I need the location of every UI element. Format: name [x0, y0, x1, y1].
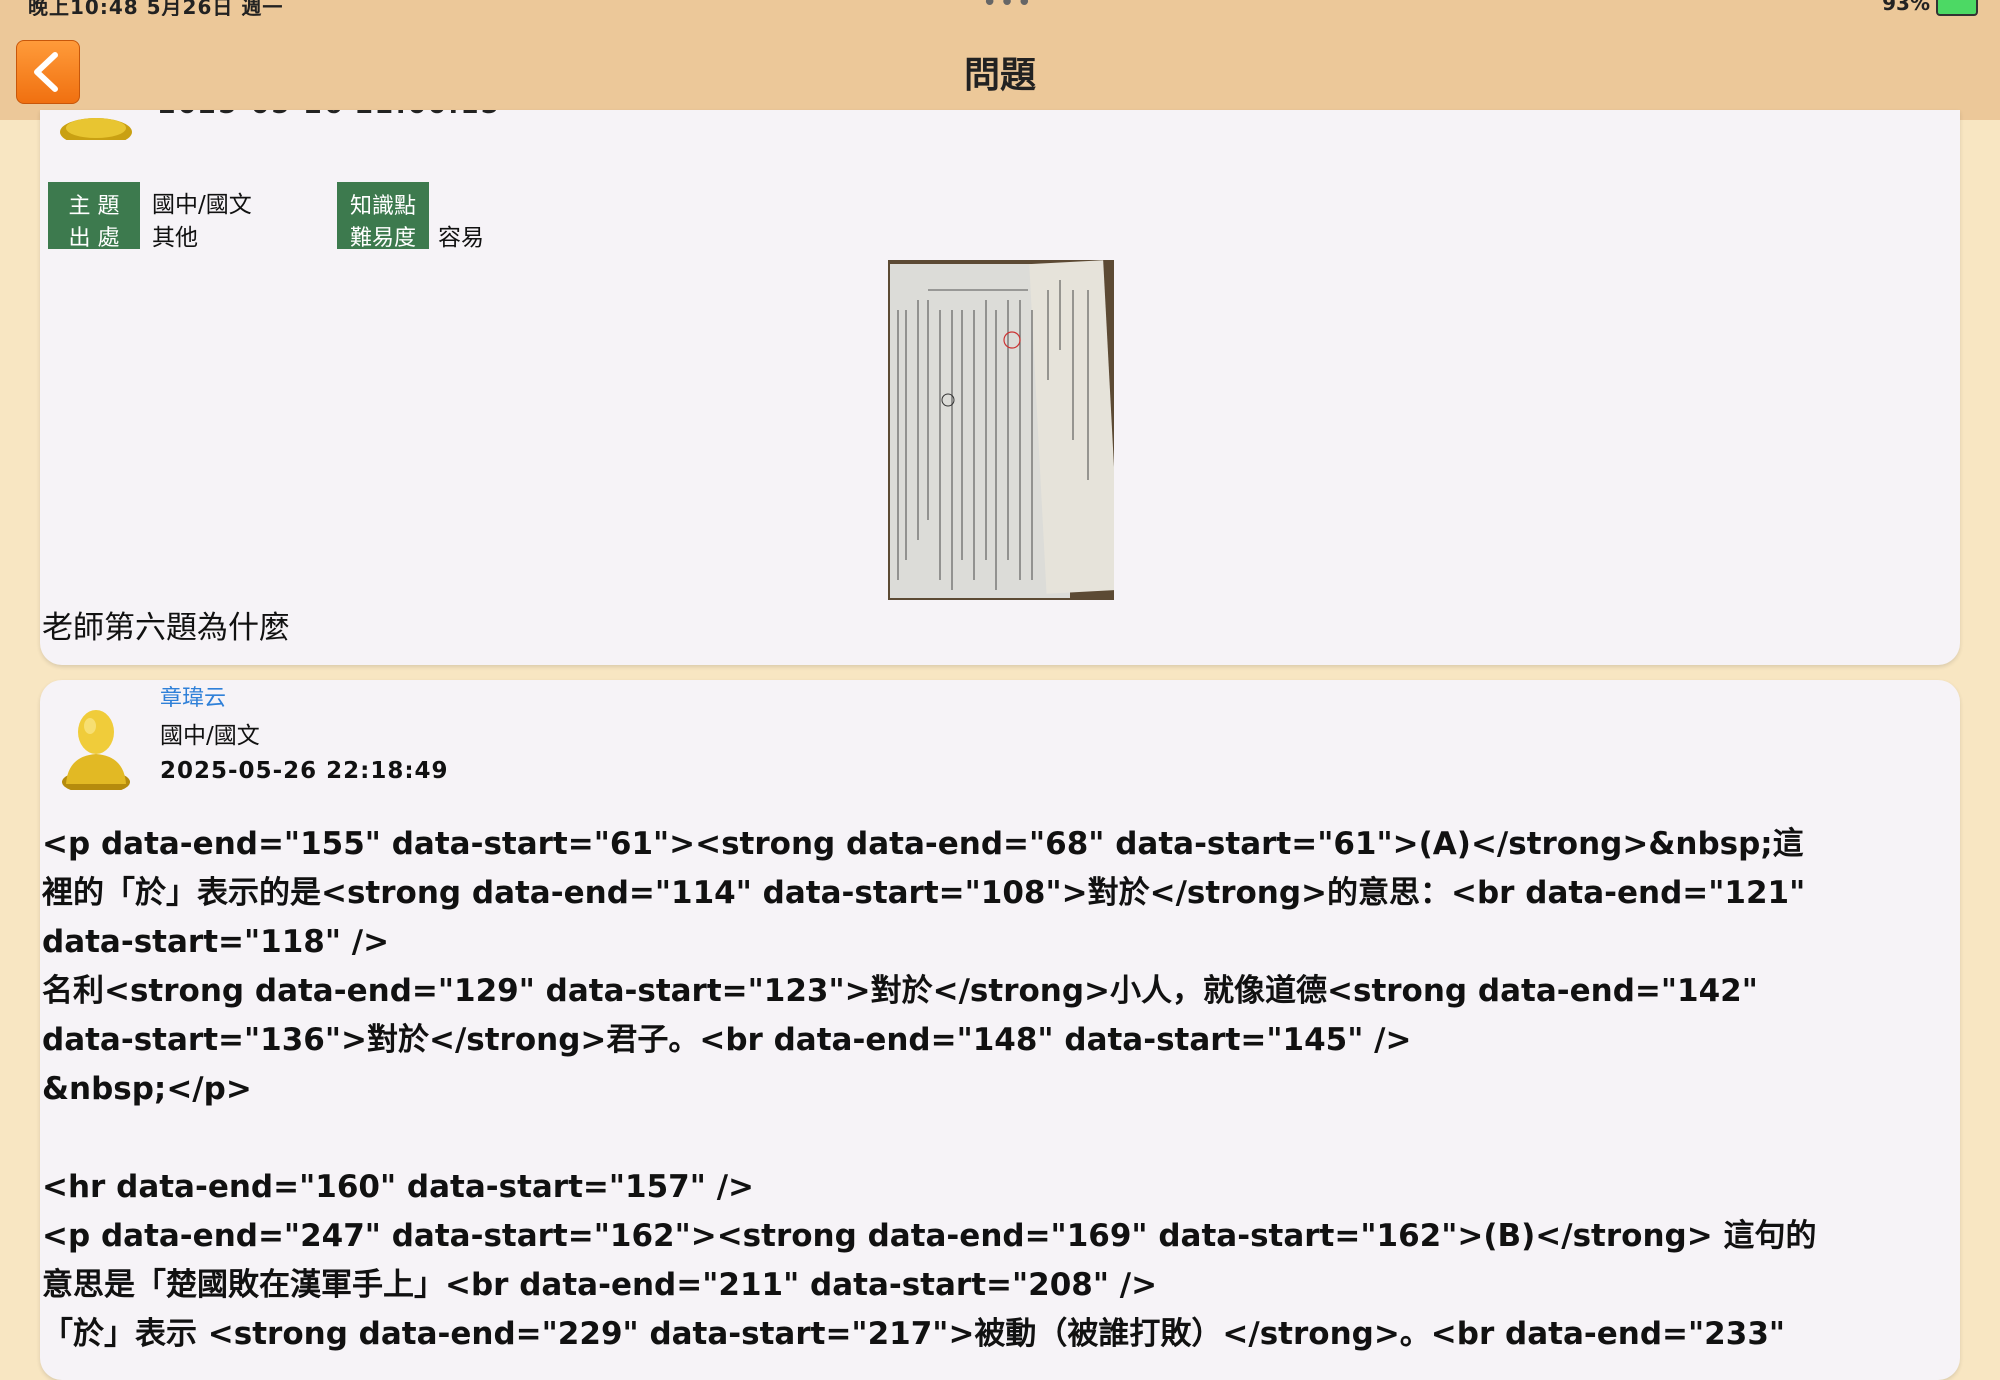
label-difficulty: 難易度 — [349, 226, 416, 251]
answer-body: <p data-end="155" data-start="61"><stron… — [42, 826, 1817, 1352]
avatar — [60, 118, 132, 140]
status-time: 晚上10:48 5月26日 週一 — [28, 0, 284, 16]
answer-date: 2025-05-26 22:18:49 — [160, 758, 449, 784]
navigation-bar: 問題 — [0, 16, 2000, 120]
meta-labels-topic-source: 主 題 出 處 — [48, 182, 140, 251]
page-title: 問題 — [963, 55, 1036, 96]
difficulty-value: 容易 — [438, 225, 484, 251]
label-knowledge: 知識點 — [349, 194, 416, 219]
question-text: 老師第六題為什麼 — [42, 610, 290, 646]
topic-value: 國中/國文 — [152, 192, 252, 218]
battery-percentage: 93% — [1882, 0, 1930, 15]
meta-labels-knowledge-difficulty: 知識點 難易度 — [337, 182, 429, 251]
label-topic: 主 題 — [68, 194, 120, 219]
avatar — [62, 710, 130, 790]
textbook-page-image — [888, 260, 1114, 600]
question-photo[interactable] — [888, 260, 1114, 600]
label-source: 出 處 — [68, 226, 120, 251]
multitask-dots[interactable]: ••• — [982, 0, 1034, 16]
question-card: 2025-05-26 22:00:15 主 題 出 處 國中/國文 其他 知識點… — [40, 110, 1960, 665]
answer-card: 章瑋云 國中/國文 2025-05-26 22:18:49 <p data-en… — [40, 680, 1960, 1380]
source-value: 其他 — [152, 225, 198, 251]
status-bar: 晚上10:48 5月26日 週一 ••• 93% — [0, 0, 2000, 16]
battery-icon — [1936, 0, 1978, 16]
answer-subject: 國中/國文 — [160, 723, 260, 749]
answer-user-name[interactable]: 章瑋云 — [160, 680, 226, 712]
question-date: 2025-05-26 22:00:15 — [158, 110, 501, 120]
